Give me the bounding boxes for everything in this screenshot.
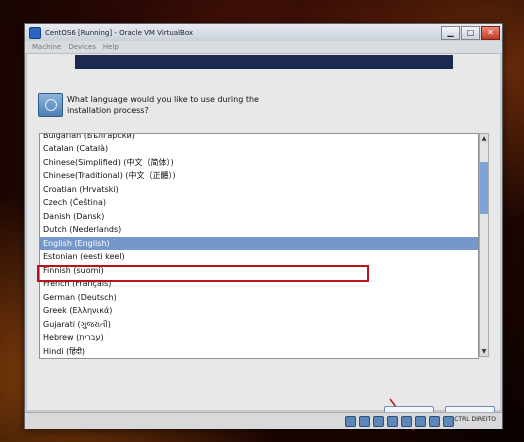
display-icon[interactable] — [429, 416, 440, 427]
language-globe-icon — [38, 93, 63, 117]
list-item[interactable]: German (Deutsch) — [40, 291, 478, 304]
usb-icon[interactable] — [401, 416, 412, 427]
language-question: What language would you like to use duri… — [67, 94, 297, 116]
question-line-1: What language would you like to use duri… — [67, 95, 259, 104]
hard-disk-icon[interactable] — [345, 416, 356, 427]
list-scrollbar[interactable]: ▲ ▼ — [479, 133, 489, 357]
list-item[interactable]: Hebrew (עברית) — [40, 331, 478, 344]
scroll-down-icon[interactable]: ▼ — [480, 347, 488, 356]
menu-help[interactable]: Help — [103, 43, 119, 51]
list-item[interactable]: Catalan (Català) — [40, 142, 478, 155]
list-item[interactable]: Estonian (eesti keel) — [40, 250, 478, 263]
shared-folders-icon[interactable] — [415, 416, 426, 427]
list-item[interactable]: Bulgarian (Български) — [40, 134, 478, 142]
list-item[interactable]: Croatian (Hrvatski) — [40, 183, 478, 196]
list-item[interactable]: Chinese(Traditional) (中文（正體）) — [40, 169, 478, 182]
list-item[interactable]: Chinese(Simplified) (中文（简体）) — [40, 156, 478, 169]
language-list[interactable]: Bulgarian (Български) Catalan (Català) C… — [39, 133, 479, 359]
list-item[interactable]: Danish (Dansk) — [40, 210, 478, 223]
maximize-button[interactable]: □ — [461, 26, 480, 40]
minimize-button[interactable]: ▁ — [441, 26, 460, 40]
scroll-up-icon[interactable]: ▲ — [480, 134, 488, 143]
close-button[interactable]: ✕ — [481, 26, 500, 40]
audio-icon[interactable] — [373, 416, 384, 427]
list-item[interactable]: Greek (Ελληνικά) — [40, 304, 478, 317]
list-item[interactable]: Hindi (हिंदी) — [40, 345, 478, 358]
installer-banner — [75, 55, 453, 69]
list-item[interactable]: Gujarati (ગુજરાતી) — [40, 318, 478, 331]
menu-bar: Machine Devices Help — [25, 41, 502, 54]
virtualbox-window: CentOS6 [Running] - Oracle VM VirtualBox… — [24, 23, 503, 431]
optical-drive-icon[interactable] — [359, 416, 370, 427]
list-item[interactable]: Czech (Čeština) — [40, 196, 478, 209]
menu-devices[interactable]: Devices — [68, 43, 96, 51]
virtualbox-icon — [29, 26, 41, 39]
list-item-selected[interactable]: English (English) — [40, 237, 478, 250]
host-key-label: CTRL DIREITO — [454, 416, 496, 423]
menu-machine[interactable]: Machine — [32, 43, 61, 51]
list-item[interactable]: Dutch (Nederlands) — [40, 223, 478, 236]
mouse-integration-icon[interactable] — [443, 416, 454, 427]
window-title: CentOS6 [Running] - Oracle VM VirtualBox — [45, 28, 194, 37]
annotation-highlight-box — [37, 265, 369, 282]
scroll-thumb[interactable] — [480, 162, 488, 214]
title-bar: CentOS6 [Running] - Oracle VM VirtualBox… — [25, 24, 502, 41]
status-bar: CTRL DIREITO — [25, 412, 502, 429]
network-icon[interactable] — [387, 416, 398, 427]
guest-screen: What language would you like to use duri… — [27, 54, 500, 431]
question-line-2: installation process? — [67, 106, 149, 115]
